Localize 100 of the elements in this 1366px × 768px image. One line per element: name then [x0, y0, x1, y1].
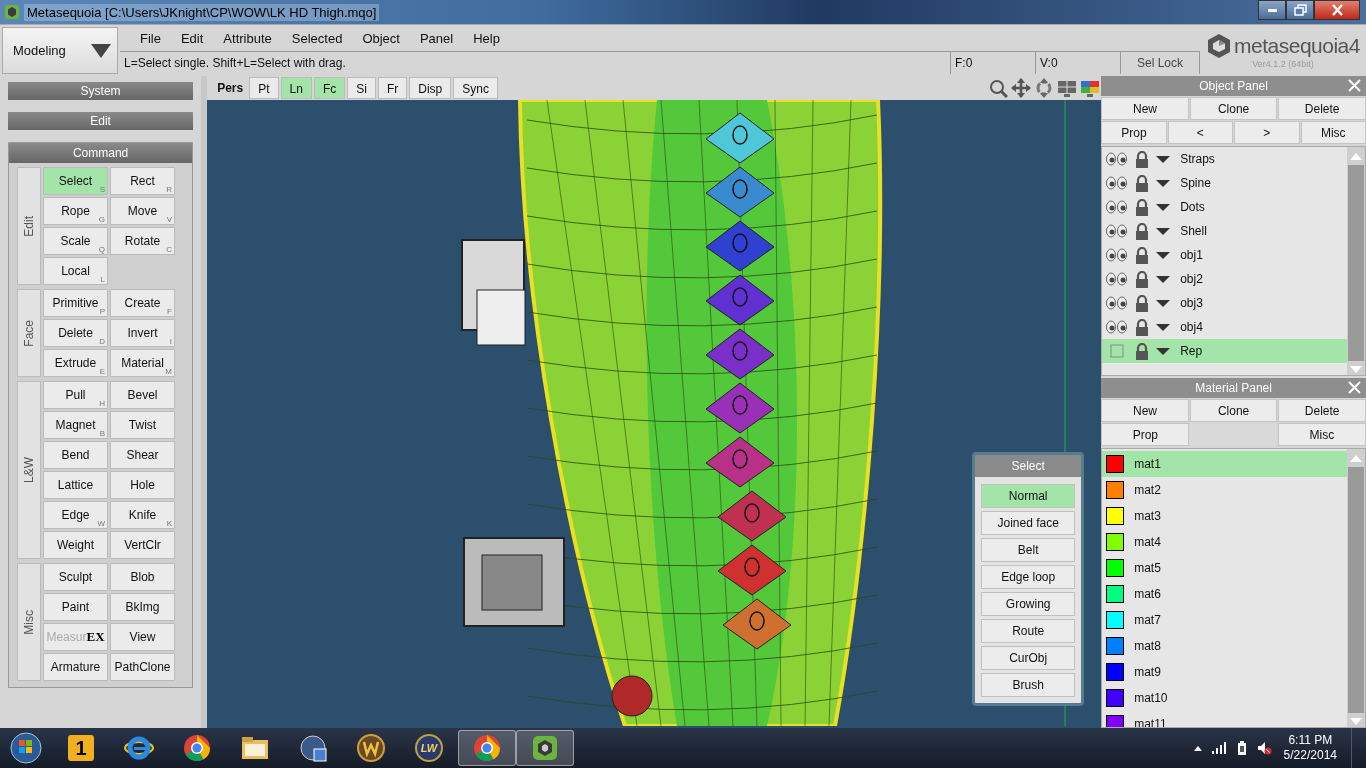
- taskbar-app[interactable]: LW: [400, 730, 458, 766]
- expand-caret-icon[interactable]: [1156, 274, 1171, 284]
- material-row[interactable]: mat2: [1102, 477, 1347, 503]
- scroll-thumb[interactable]: [1348, 165, 1364, 361]
- select-mode-button[interactable]: Belt: [981, 538, 1076, 562]
- command-button[interactable]: Rope G: [43, 197, 108, 225]
- expand-caret-icon[interactable]: [1156, 298, 1171, 308]
- menu-item[interactable]: Panel: [409, 30, 464, 46]
- object-row[interactable]: Shell: [1102, 219, 1347, 243]
- object-row[interactable]: Spine: [1102, 171, 1347, 195]
- lock-icon[interactable]: [1134, 318, 1151, 336]
- maximize-button[interactable]: [1286, 0, 1314, 20]
- panel-button[interactable]: Prop: [1101, 423, 1190, 446]
- command-button[interactable]: BkImg: [110, 593, 175, 621]
- expand-caret-icon[interactable]: [1156, 202, 1171, 212]
- command-button[interactable]: Bevel: [110, 381, 175, 409]
- lock-icon[interactable]: [1134, 222, 1151, 240]
- command-button[interactable]: Sculpt: [43, 563, 108, 591]
- material-row[interactable]: mat4: [1102, 529, 1347, 555]
- material-row[interactable]: mat9: [1102, 659, 1347, 685]
- panel-button[interactable]: Prop: [1101, 121, 1167, 144]
- command-button[interactable]: Knife K: [110, 501, 175, 529]
- mode-dropdown[interactable]: Modeling: [2, 27, 118, 74]
- speaker-muted-icon[interactable]: [1256, 741, 1272, 755]
- object-row[interactable]: obj3: [1102, 291, 1347, 315]
- expand-caret-icon[interactable]: [1156, 250, 1171, 260]
- lock-icon[interactable]: [1134, 150, 1151, 168]
- panel-button[interactable]: Misc: [1277, 423, 1366, 446]
- zoom-icon[interactable]: [989, 78, 1009, 98]
- lock-icon[interactable]: [1134, 198, 1151, 216]
- object-row[interactable]: Straps: [1102, 147, 1347, 171]
- view-toggle[interactable]: Pt: [249, 77, 279, 99]
- select-mode-button[interactable]: Joined face: [981, 511, 1076, 535]
- select-mode-button[interactable]: Normal: [981, 484, 1076, 508]
- lock-icon[interactable]: [1134, 246, 1151, 264]
- expand-caret-icon[interactable]: [1156, 178, 1171, 188]
- command-button[interactable]: Shear: [110, 441, 175, 469]
- command-button[interactable]: Bend: [43, 441, 108, 469]
- material-row[interactable]: mat3: [1102, 503, 1347, 529]
- command-button[interactable]: Move V: [110, 197, 175, 225]
- eyes-icon[interactable]: [1106, 152, 1129, 166]
- menu-item[interactable]: Attribute: [213, 30, 282, 46]
- lock-icon[interactable]: [1134, 294, 1151, 312]
- select-mode-button[interactable]: CurObj: [981, 646, 1076, 670]
- move-arrows-icon[interactable]: [1011, 78, 1032, 98]
- eyes-icon[interactable]: [1106, 296, 1129, 310]
- command-button[interactable]: Rotate C: [110, 227, 175, 255]
- menu-item[interactable]: File: [130, 30, 171, 46]
- menu-item[interactable]: Edit: [170, 30, 214, 46]
- command-button[interactable]: Hole: [110, 471, 175, 499]
- material-row[interactable]: mat10: [1102, 685, 1347, 711]
- select-mode-button[interactable]: Growing: [981, 592, 1076, 616]
- material-row[interactable]: mat7: [1102, 607, 1347, 633]
- scroll-thumb[interactable]: [1348, 467, 1364, 713]
- expand-caret-icon[interactable]: [1156, 154, 1171, 164]
- menu-item[interactable]: Help: [463, 30, 510, 46]
- command-button[interactable]: Twist: [110, 411, 175, 439]
- object-row[interactable]: obj2: [1102, 267, 1347, 291]
- object-row[interactable]: obj1: [1102, 243, 1347, 267]
- select-mode-button[interactable]: Route: [981, 619, 1076, 643]
- panel-button[interactable]: Delete: [1278, 97, 1366, 120]
- panel-button[interactable]: Clone: [1189, 399, 1278, 422]
- eyes-icon[interactable]: [1106, 272, 1129, 286]
- panel-header-button[interactable]: System: [8, 82, 194, 100]
- select-mode-button[interactable]: Brush: [981, 673, 1076, 697]
- view-toggle[interactable]: Ln: [280, 77, 312, 99]
- taskbar-app[interactable]: [458, 730, 516, 766]
- panel-button[interactable]: Clone: [1189, 97, 1278, 120]
- command-button[interactable]: Invert I: [110, 319, 175, 347]
- command-button[interactable]: Extrude E: [43, 349, 108, 377]
- sel-lock-button[interactable]: Sel Lock: [1121, 52, 1200, 74]
- eyes-icon[interactable]: [1106, 320, 1129, 334]
- expand-caret-icon[interactable]: [1156, 226, 1171, 236]
- expand-caret-icon[interactable]: [1156, 346, 1171, 356]
- view-toggle[interactable]: Disp: [409, 77, 452, 99]
- command-button[interactable]: Local L: [43, 257, 108, 285]
- object-row[interactable]: Rep: [1102, 339, 1347, 363]
- view-toggle[interactable]: Sync: [453, 77, 498, 99]
- command-button[interactable]: Scale Q: [43, 227, 108, 255]
- signal-bars-icon[interactable]: [1210, 741, 1227, 755]
- minimize-button[interactable]: [1258, 0, 1286, 20]
- eyes-icon[interactable]: [1106, 248, 1129, 262]
- command-button[interactable]: VertClr: [110, 531, 175, 559]
- menu-item[interactable]: Object: [352, 30, 410, 46]
- material-row[interactable]: mat6: [1102, 581, 1347, 607]
- object-row[interactable]: Dots: [1102, 195, 1347, 219]
- command-button[interactable]: Edge W: [43, 501, 108, 529]
- mesh-drawing[interactable]: [518, 100, 883, 726]
- color-monitor-icon[interactable]: [1080, 78, 1101, 98]
- command-button[interactable]: Blob: [110, 563, 175, 591]
- command-button[interactable]: Lattice: [43, 471, 108, 499]
- close-icon[interactable]: [1348, 381, 1361, 394]
- view-toggle[interactable]: Fc: [313, 77, 346, 99]
- command-button[interactable]: Select S: [43, 167, 108, 195]
- taskbar-app[interactable]: 1: [52, 730, 110, 766]
- material-row[interactable]: mat5: [1102, 555, 1347, 581]
- view-toggle[interactable]: Fr: [377, 77, 408, 99]
- command-button[interactable]: Delete D: [43, 319, 108, 347]
- panel-button[interactable]: New: [1101, 97, 1189, 120]
- lock-icon[interactable]: [1134, 270, 1151, 288]
